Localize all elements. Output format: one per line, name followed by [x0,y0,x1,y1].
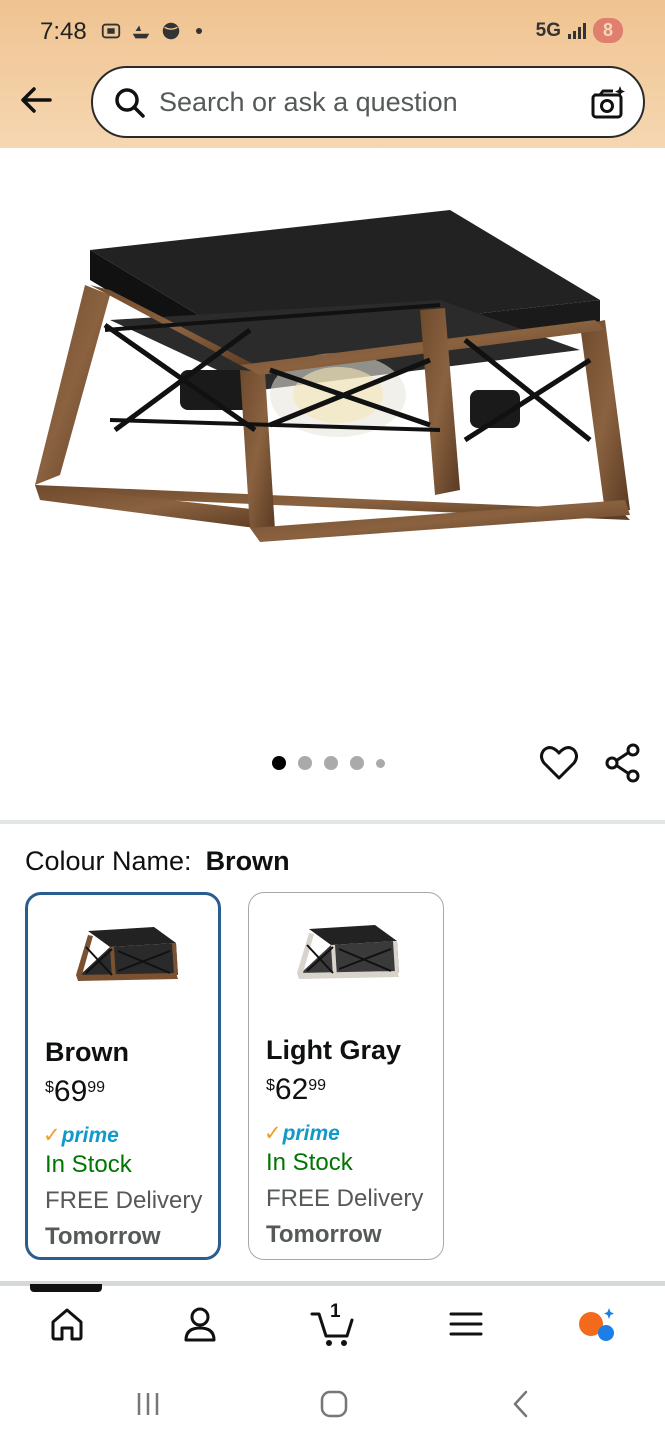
search-bar[interactable] [91,66,645,138]
account-icon[interactable] [180,1304,220,1344]
active-tab-indicator [30,1284,102,1292]
variant-name: Light Gray [266,1035,402,1065]
variant-thumbnail [297,925,399,979]
recent-apps-icon[interactable] [132,1388,164,1420]
screenshot-icon [101,23,121,39]
heart-icon[interactable] [538,742,580,784]
ball-icon [162,22,180,40]
prime-label: prime [61,1124,119,1147]
product-image[interactable] [20,190,645,550]
price-whole: 69 [53,1075,88,1108]
app-header: 7:48 5G 8 [0,0,665,148]
price-currency: $ [45,1079,54,1096]
carousel-dot-5[interactable] [376,758,385,768]
section-divider [0,820,665,824]
price-fraction: 99 [87,1079,106,1096]
signal-icon [567,22,586,39]
prime-label: prime [282,1122,340,1145]
prime-check-icon: ✓ [43,1124,61,1147]
prime-check-icon: ✓ [264,1122,282,1145]
carousel-dot-3[interactable] [324,756,338,770]
prime-badge: ✓prime [264,1121,340,1146]
price-whole: 62 [274,1073,309,1106]
system-navigation-bar [0,1370,665,1440]
price-fraction: 99 [308,1077,327,1094]
status-notification-icons [100,20,202,42]
delivery-date: Tomorrow [45,1223,161,1250]
back-arrow-icon[interactable] [16,80,56,120]
variant-card-light-gray[interactable]: Light Gray $6299 ✓prime In Stock FREE De… [248,892,444,1260]
delivery-text: FREE Delivery [45,1187,203,1214]
variant-card-brown[interactable]: Brown $6999 ✓prime In Stock FREE Deliver… [25,892,221,1260]
stock-status: In Stock [266,1149,353,1176]
battery-level: 8 [592,18,623,43]
delivery-text: FREE Delivery [266,1185,424,1212]
carousel-dot-2[interactable] [298,756,312,770]
status-bar: 7:48 5G 8 [0,0,665,64]
cart-count-badge: 1 [330,1301,341,1322]
camera-search-icon[interactable] [589,84,627,122]
rufus-icon[interactable] [576,1304,616,1344]
back-button-icon[interactable] [505,1388,537,1420]
variant-name: Brown [45,1037,129,1067]
share-icon[interactable] [602,742,644,784]
prime-badge: ✓prime [43,1123,119,1148]
home-button-icon[interactable] [318,1388,350,1420]
carousel-dot-4[interactable] [350,756,364,770]
stock-status: In Stock [45,1151,132,1178]
delivery-date: Tomorrow [266,1221,382,1248]
status-time: 7:48 [40,18,87,45]
search-icon [115,88,145,118]
network-label: 5G [535,19,561,41]
variant-thumbnail [76,927,178,981]
menu-icon[interactable] [446,1304,486,1344]
colour-name-label: Colour Name: Brown [25,846,290,877]
variant-price: $6299 [266,1073,326,1107]
search-input[interactable] [159,82,579,122]
boat-icon [132,25,150,39]
price-currency: $ [266,1077,275,1094]
image-carousel-dots[interactable] [272,756,385,770]
status-more-dot [196,28,202,34]
carousel-dot-1[interactable] [272,756,286,770]
selected-colour: Brown [205,846,290,876]
colour-name-title: Colour Name: [25,846,192,876]
home-icon[interactable] [47,1304,87,1344]
variant-price: $6999 [45,1075,105,1109]
